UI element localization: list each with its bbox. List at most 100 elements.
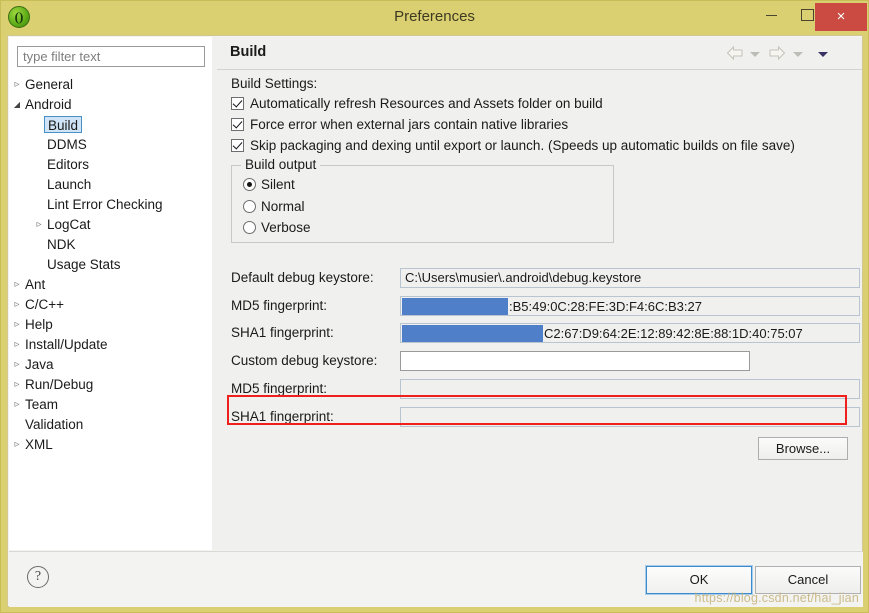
preferences-window: Preferences × type filter text General An… xyxy=(0,0,869,613)
close-button[interactable]: × xyxy=(815,3,867,31)
tree-item-label: Build xyxy=(44,116,83,133)
tree-item-label: Validation xyxy=(25,417,84,432)
tree-item-ddms[interactable]: DDMS xyxy=(9,135,212,155)
tree-item-label: Lint Error Checking xyxy=(47,197,163,212)
tree-collapsed-arrow-icon[interactable] xyxy=(12,295,22,315)
radio-label: Verbose xyxy=(261,220,311,235)
checkbox-icon[interactable] xyxy=(231,97,244,110)
field-label-4: MD5 fingerprint: xyxy=(231,381,328,396)
tree-item-label: Java xyxy=(25,357,54,372)
tree-collapsed-arrow-icon[interactable] xyxy=(12,315,22,335)
caret-down-filled-icon[interactable] xyxy=(818,52,828,57)
field-label-0: Default debug keystore: xyxy=(231,270,374,285)
checkbox-label: Force error when external jars contain n… xyxy=(250,117,569,132)
build-output-legend: Build output xyxy=(241,157,321,172)
build-preference-page: Build Build Settings: Automatically refr… xyxy=(217,37,862,606)
page-title: Build xyxy=(230,44,267,60)
preferences-tree-panel: type filter text General Android Build DDMS… xyxy=(9,37,212,550)
tree-item-android[interactable]: Android xyxy=(9,95,212,115)
field-input-2: C2:67:D9:64:2E:12:89:42:8E:88:1D:40:75:0… xyxy=(400,323,860,343)
navigation-icons xyxy=(726,43,856,65)
field-input-5 xyxy=(400,407,860,427)
checkbox-icon[interactable] xyxy=(231,118,244,131)
tree-item-label: Usage Stats xyxy=(47,257,121,272)
tree-item-ant[interactable]: Ant xyxy=(9,275,212,295)
tree-item-team[interactable]: Team xyxy=(9,395,212,415)
preferences-tree[interactable]: General Android Build DDMS Editors Launch Lint… xyxy=(9,75,212,545)
build-settings-label: Build Settings: xyxy=(231,76,318,91)
tree-collapsed-arrow-icon[interactable] xyxy=(12,75,22,95)
filter-input[interactable]: type filter text xyxy=(17,46,205,67)
tree-collapsed-arrow-icon[interactable] xyxy=(12,395,22,415)
radio-icon[interactable] xyxy=(243,221,256,234)
fingerprint-value: :B5:49:0C:28:FE:3D:F4:6C:B3:27 xyxy=(509,299,702,314)
ok-button[interactable]: OK xyxy=(645,565,753,595)
tree-item-validation[interactable]: Validation xyxy=(9,415,212,435)
tree-collapsed-arrow-icon[interactable] xyxy=(12,435,22,455)
window-titlebar: Preferences × xyxy=(1,1,868,35)
field-label-3: Custom debug keystore: xyxy=(231,353,378,368)
cancel-button[interactable]: Cancel xyxy=(755,566,861,594)
checkbox-icon[interactable] xyxy=(231,139,244,152)
browse-button[interactable]: Browse... xyxy=(758,437,848,460)
tree-item-label: LogCat xyxy=(47,217,91,232)
tree-item-usage-stats[interactable]: Usage Stats xyxy=(9,255,212,275)
tree-item-general[interactable]: General xyxy=(9,75,212,95)
window-title: Preferences xyxy=(394,8,475,25)
back-caret-down-icon[interactable] xyxy=(750,52,760,57)
tree-collapsed-arrow-icon[interactable] xyxy=(12,375,22,395)
radio-label: Normal xyxy=(261,199,305,214)
arrow-right-icon[interactable] xyxy=(768,45,786,61)
tree-item-build[interactable]: Build xyxy=(9,115,212,135)
tree-expanded-arrow-icon[interactable] xyxy=(12,95,22,115)
tree-item-label: Ant xyxy=(25,277,46,292)
tree-item-logcat[interactable]: LogCat xyxy=(9,215,212,235)
tree-item-run-debug[interactable]: Run/Debug xyxy=(9,375,212,395)
tree-collapsed-arrow-icon[interactable] xyxy=(12,355,22,375)
watermark-text: https://blog.csdn.net/hai_jian xyxy=(694,591,859,605)
tree-collapsed-arrow-icon[interactable] xyxy=(34,215,44,235)
tree-item-label: General xyxy=(25,77,74,92)
tree-item-editors[interactable]: Editors xyxy=(9,155,212,175)
tree-item-label: Editors xyxy=(47,157,90,172)
radio-icon[interactable] xyxy=(243,200,256,213)
checkbox-label: Skip packaging and dexing until export o… xyxy=(250,138,795,153)
tree-item-label: XML xyxy=(25,437,53,452)
redaction-block xyxy=(402,325,543,342)
tree-item-install-update[interactable]: Install/Update xyxy=(9,335,212,355)
field-label-1: MD5 fingerprint: xyxy=(231,298,328,313)
tree-collapsed-arrow-icon[interactable] xyxy=(12,335,22,355)
tree-item-java[interactable]: Java xyxy=(9,355,212,375)
field-label-2: SHA1 fingerprint: xyxy=(231,325,334,340)
radio-label: Silent xyxy=(261,177,295,192)
field-input-1: :B5:49:0C:28:FE:3D:F4:6C:B3:27 xyxy=(400,296,860,316)
forward-caret-down-icon[interactable] xyxy=(793,52,803,57)
field-label-5: SHA1 fingerprint: xyxy=(231,409,334,424)
tree-item-launch[interactable]: Launch xyxy=(9,175,212,195)
field-input-0: C:\Users\musier\.android\debug.keystore xyxy=(400,268,860,288)
tree-collapsed-arrow-icon[interactable] xyxy=(12,275,22,295)
minimize-button[interactable] xyxy=(753,1,789,29)
page-header: Build xyxy=(217,37,862,70)
tree-item-label: Android xyxy=(25,97,72,112)
field-input-3[interactable] xyxy=(400,351,750,371)
browse-button-label: Browse... xyxy=(775,441,831,456)
tree-item-label: Run/Debug xyxy=(25,377,94,392)
dialog-footer: ? OK Cancel https://blog.csdn.net/hai_ji… xyxy=(9,551,863,607)
tree-item-lint-error-checking[interactable]: Lint Error Checking xyxy=(9,195,212,215)
tree-item-label: Team xyxy=(25,397,59,412)
tree-item-label: NDK xyxy=(47,237,76,252)
tree-item-help[interactable]: Help xyxy=(9,315,212,335)
tree-item-label: Help xyxy=(25,317,53,332)
page-body: Build Settings: Automatically refresh Re… xyxy=(217,70,862,606)
tree-item-ndk[interactable]: NDK xyxy=(9,235,212,255)
tree-item-label: DDMS xyxy=(47,137,87,152)
question-mark-icon[interactable]: ? xyxy=(27,566,49,588)
fingerprint-value: C2:67:D9:64:2E:12:89:42:8E:88:1D:40:75:0… xyxy=(544,326,803,341)
tree-item-xml[interactable]: XML xyxy=(9,435,212,455)
radio-icon[interactable] xyxy=(243,178,256,191)
arrow-left-icon[interactable] xyxy=(726,45,744,61)
checkbox-label: Automatically refresh Resources and Asse… xyxy=(250,96,603,111)
tree-item-label: Install/Update xyxy=(25,337,108,352)
tree-item-c-c[interactable]: C/C++ xyxy=(9,295,212,315)
